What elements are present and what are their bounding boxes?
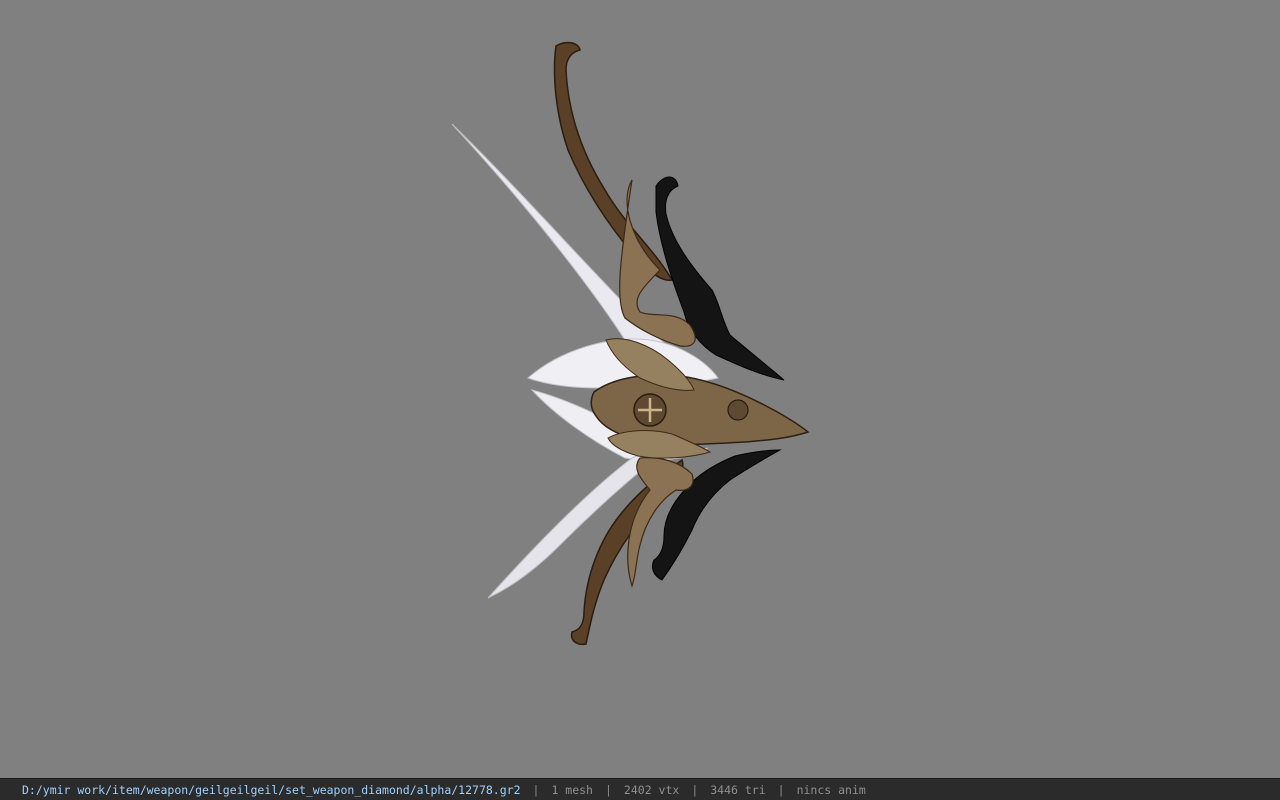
status-bar: D:/ymir work/item/weapon/geilgeilgeil/se… bbox=[0, 778, 1280, 800]
3d-viewport[interactable] bbox=[0, 0, 1280, 778]
separator: | bbox=[532, 782, 540, 797]
mesh-count: 1 mesh bbox=[551, 782, 593, 797]
separator: | bbox=[691, 782, 699, 797]
animation-status: nincs anim bbox=[796, 782, 866, 797]
bow-model-icon bbox=[451, 41, 810, 646]
bow-limb-upper bbox=[553, 41, 674, 281]
vertex-count: 2402 vtx bbox=[623, 782, 680, 797]
triangle-count: 3446 tri bbox=[710, 782, 766, 797]
separator: | bbox=[604, 782, 612, 797]
grip-ornament-icon bbox=[727, 399, 749, 421]
file-path: D:/ymir work/item/weapon/geilgeilgeil/se… bbox=[22, 782, 521, 797]
separator: | bbox=[777, 782, 785, 797]
